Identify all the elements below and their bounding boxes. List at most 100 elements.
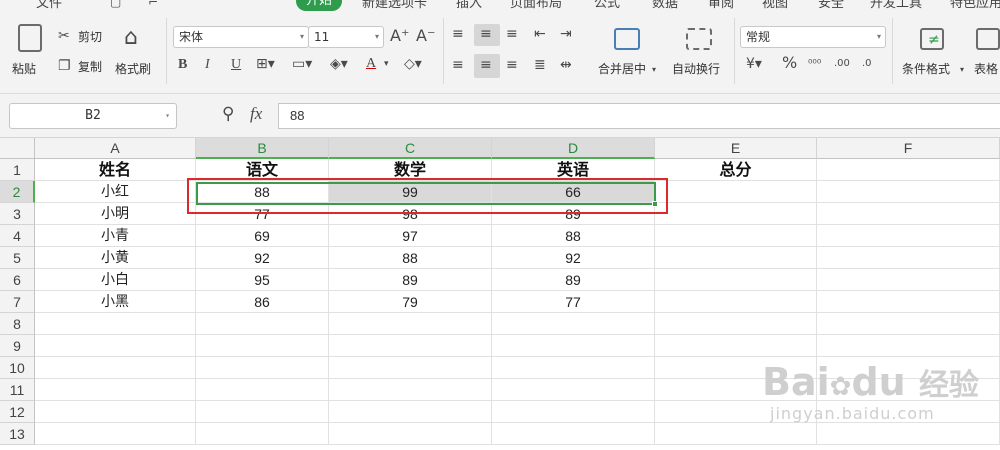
select-all-corner[interactable] [0,138,35,159]
cell-e13[interactable] [655,423,817,445]
cell-c5[interactable]: 88 [329,247,492,269]
cell-c2[interactable]: 99 [329,181,492,203]
cell-c4[interactable]: 97 [329,225,492,247]
row-header-1[interactable]: 1 [0,159,35,181]
cell-d10[interactable] [492,357,655,379]
decrease-decimal-icon[interactable]: .0 [862,56,872,72]
bold-button[interactable]: B [178,57,187,73]
cell-c1[interactable]: 数学 [329,159,492,181]
font-name-select[interactable]: 宋体 ▾ [173,26,309,48]
fx-button[interactable]: fx [250,105,262,122]
cell-c12[interactable] [329,401,492,423]
cell-a7[interactable]: 小黑 [35,291,196,313]
cell-c9[interactable] [329,335,492,357]
cell-e7[interactable] [655,291,817,313]
copy-button[interactable]: ❐ 复制 [56,58,108,76]
cell-f7[interactable] [817,291,1000,313]
cell-f3[interactable] [817,203,1000,225]
chevron-down-icon[interactable]: ▾ [384,56,389,72]
cell-d12[interactable] [492,401,655,423]
column-header-e[interactable]: E [655,138,817,159]
cell-e8[interactable] [655,313,817,335]
merge-style-icon[interactable]: ▭▾ [292,56,312,72]
cell-e5[interactable] [655,247,817,269]
cell-b8[interactable] [196,313,329,335]
align-bottom-icon[interactable]: ≡ [506,26,518,42]
menu-insert[interactable]: 插入 [456,0,482,11]
cell-c10[interactable] [329,357,492,379]
cell-f1[interactable] [817,159,1000,181]
cell-e2[interactable] [655,181,817,203]
menu-data[interactable]: 数据 [652,0,678,11]
column-header-d[interactable]: D [492,138,655,159]
cell-b10[interactable] [196,357,329,379]
cell-b9[interactable] [196,335,329,357]
menu-review[interactable]: 审阅 [708,0,734,11]
cell-d2[interactable]: 66 [492,181,655,203]
fill-handle[interactable] [652,201,658,207]
font-grow-icon[interactable]: A⁺ [390,28,409,44]
formula-input[interactable]: 88 [278,103,1000,129]
cell-c3[interactable]: 98 [329,203,492,225]
cell-f5[interactable] [817,247,1000,269]
italic-button[interactable]: I [205,57,210,73]
wrap-text-button[interactable]: 自动换行 [668,18,732,88]
cell-c6[interactable]: 89 [329,269,492,291]
cell-d13[interactable] [492,423,655,445]
currency-icon[interactable]: ¥▾ [746,56,762,72]
cell-e4[interactable] [655,225,817,247]
cell-b12[interactable] [196,401,329,423]
cell-a5[interactable]: 小黄 [35,247,196,269]
menu-developer[interactable]: 开发工具 [870,0,922,11]
cell-a11[interactable] [35,379,196,401]
row-header-11[interactable]: 11 [0,379,35,401]
font-color-button[interactable]: A [366,56,376,72]
menu-view[interactable]: 视图 [762,0,788,11]
cell-a1[interactable]: 姓名 [35,159,196,181]
cell-f13[interactable] [817,423,1000,445]
cell-b11[interactable] [196,379,329,401]
cell-b5[interactable]: 92 [196,247,329,269]
percent-button[interactable]: % [782,55,797,71]
row-header-4[interactable]: 4 [0,225,35,247]
format-painter-button[interactable]: ⌂ 格式刷 [112,18,160,88]
menu-new-tab[interactable]: 新建选项卡 [362,0,427,11]
cell-d6[interactable]: 89 [492,269,655,291]
column-header-a[interactable]: A [35,138,196,159]
increase-decimal-icon[interactable]: .00 [834,56,850,72]
cell-c11[interactable] [329,379,492,401]
cell-e1[interactable]: 总分 [655,159,817,181]
cell-d8[interactable] [492,313,655,335]
cell-d1[interactable]: 英语 [492,159,655,181]
align-top-icon[interactable]: ≡ [452,26,464,42]
underline-button[interactable]: U [231,57,241,73]
conditional-format-button[interactable]: ≠ 条件格式 ▾ [898,18,970,88]
cell-f2[interactable] [817,181,1000,203]
merge-center-button[interactable]: 合并居中 ▾ [594,18,662,88]
name-box[interactable]: B2 ▾ [9,103,177,129]
cell-d11[interactable] [492,379,655,401]
cell-f8[interactable] [817,313,1000,335]
row-header-7[interactable]: 7 [0,291,35,313]
align-left-icon[interactable]: ≡ [452,57,464,73]
align-right-icon[interactable]: ≡ [506,57,518,73]
font-shrink-icon[interactable]: A⁻ [416,28,435,44]
eraser-icon[interactable]: ◇▾ [404,56,422,72]
cell-f6[interactable] [817,269,1000,291]
cell-f4[interactable] [817,225,1000,247]
row-header-6[interactable]: 6 [0,269,35,291]
row-header-9[interactable]: 9 [0,335,35,357]
row-header-12[interactable]: 12 [0,401,35,423]
thousands-icon[interactable]: ⁰⁰⁰ [808,56,821,72]
cell-b7[interactable]: 86 [196,291,329,313]
quick-access-icon-2[interactable]: ⌐ [148,0,158,10]
row-header-10[interactable]: 10 [0,357,35,379]
zoom-search-icon[interactable]: ⚲ [222,106,234,123]
indent-increase-icon[interactable]: ⇥ [560,26,572,42]
cell-a8[interactable] [35,313,196,335]
menu-file[interactable]: 文件 [36,0,62,11]
number-format-select[interactable]: 常规 ▾ [740,26,886,48]
cell-c8[interactable] [329,313,492,335]
column-header-f[interactable]: F [817,138,1000,159]
cell-d3[interactable]: 89 [492,203,655,225]
